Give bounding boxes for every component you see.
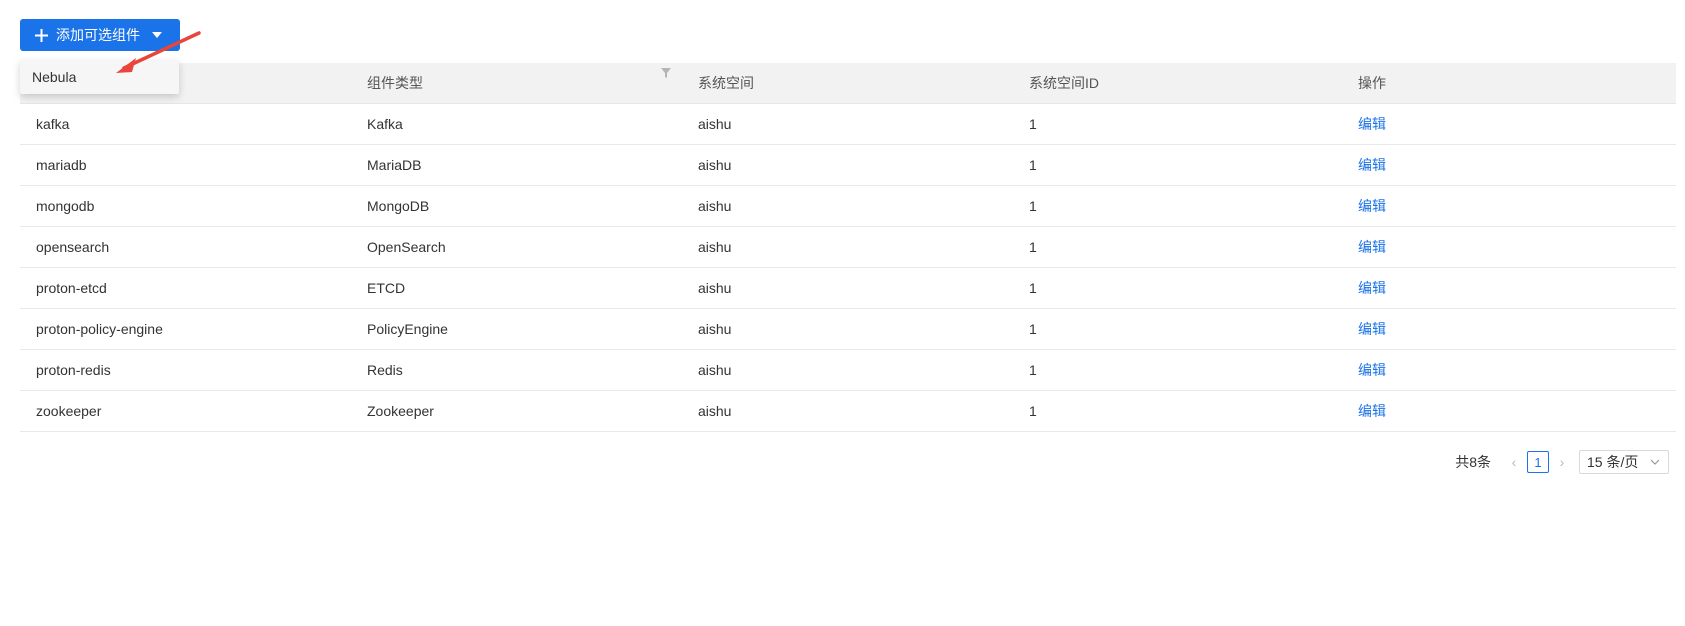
cell-space: aishu — [698, 321, 732, 337]
cell-space: aishu — [698, 157, 732, 173]
cell-space-id: 1 — [1029, 157, 1037, 173]
cell-type: ETCD — [367, 280, 406, 296]
plus-icon — [35, 28, 48, 42]
cell-name: proton-redis — [36, 362, 111, 378]
chevron-down-icon — [1650, 459, 1660, 465]
edit-link[interactable]: 编辑 — [1358, 239, 1386, 255]
edit-link[interactable]: 编辑 — [1358, 321, 1386, 337]
cell-type: MariaDB — [367, 157, 422, 173]
cell-type: OpenSearch — [367, 239, 446, 255]
cell-space: aishu — [698, 362, 732, 378]
cell-space: aishu — [698, 239, 732, 255]
cell-space: aishu — [698, 198, 732, 214]
table-row: kafka Kafka aishu 1 编辑 — [20, 104, 1676, 145]
table-row: mariadb MariaDB aishu 1 编辑 — [20, 145, 1676, 186]
filter-icon[interactable] — [660, 67, 672, 79]
chevron-left-icon[interactable]: ‹ — [1505, 454, 1523, 470]
table-row: zookeeper Zookeeper aishu 1 编辑 — [20, 391, 1676, 432]
cell-space-id: 1 — [1029, 403, 1037, 419]
cell-type: Kafka — [367, 116, 403, 132]
edit-link[interactable]: 编辑 — [1358, 280, 1386, 296]
chevron-right-icon[interactable]: › — [1553, 454, 1571, 470]
cell-type: Zookeeper — [367, 403, 434, 419]
table-row: proton-etcd ETCD aishu 1 编辑 — [20, 268, 1676, 309]
cell-space: aishu — [698, 280, 732, 296]
table-row: proton-policy-engine PolicyEngine aishu … — [20, 309, 1676, 350]
table-row: opensearch OpenSearch aishu 1 编辑 — [20, 227, 1676, 268]
edit-link[interactable]: 编辑 — [1358, 403, 1386, 419]
table-row: proton-redis Redis aishu 1 编辑 — [20, 350, 1676, 391]
cell-name: proton-policy-engine — [36, 321, 163, 337]
annotation-arrow — [116, 31, 201, 73]
cell-space-id: 1 — [1029, 116, 1037, 132]
header-system-space-id: 系统空间ID — [1029, 75, 1099, 91]
cell-name: mongodb — [36, 198, 95, 214]
page-size-value: 15 条/页 — [1587, 454, 1639, 470]
cell-space-id: 1 — [1029, 239, 1037, 255]
cell-space-id: 1 — [1029, 321, 1037, 337]
cell-name: opensearch — [36, 239, 110, 255]
header-component-type: 组件类型 — [351, 68, 682, 93]
cell-name: kafka — [36, 116, 70, 132]
table-row: mongodb MongoDB aishu 1 编辑 — [20, 186, 1676, 227]
cell-space: aishu — [698, 116, 732, 132]
cell-type: PolicyEngine — [367, 321, 448, 337]
table-header: 组件名称 组件类型 系统空间 系统空间ID 操作 — [20, 63, 1676, 104]
pagination-total: 共8条 — [1455, 454, 1491, 470]
cell-name: zookeeper — [36, 403, 102, 419]
cell-name: proton-etcd — [36, 280, 107, 296]
edit-link[interactable]: 编辑 — [1358, 198, 1386, 214]
cell-space-id: 1 — [1029, 198, 1037, 214]
edit-link[interactable]: 编辑 — [1358, 157, 1386, 173]
pagination: 共8条 ‹ 1 › 15 条/页 — [1455, 450, 1669, 474]
cell-type: MongoDB — [367, 198, 430, 214]
dropdown-item-nebula[interactable]: Nebula — [32, 69, 76, 85]
page-number-current[interactable]: 1 — [1527, 451, 1549, 473]
components-table: 组件名称 组件类型 系统空间 系统空间ID 操作 kafka Kafka ais… — [20, 63, 1676, 432]
header-component-type-label: 组件类型 — [367, 75, 423, 91]
cell-type: Redis — [367, 362, 403, 378]
header-actions: 操作 — [1358, 75, 1386, 91]
cell-space: aishu — [698, 403, 732, 419]
cell-name: mariadb — [36, 157, 87, 173]
edit-link[interactable]: 编辑 — [1358, 116, 1386, 132]
cell-space-id: 1 — [1029, 280, 1037, 296]
edit-link[interactable]: 编辑 — [1358, 362, 1386, 378]
cell-space-id: 1 — [1029, 362, 1037, 378]
page-size-select[interactable]: 15 条/页 — [1579, 450, 1669, 474]
header-system-space: 系统空间 — [698, 75, 754, 91]
